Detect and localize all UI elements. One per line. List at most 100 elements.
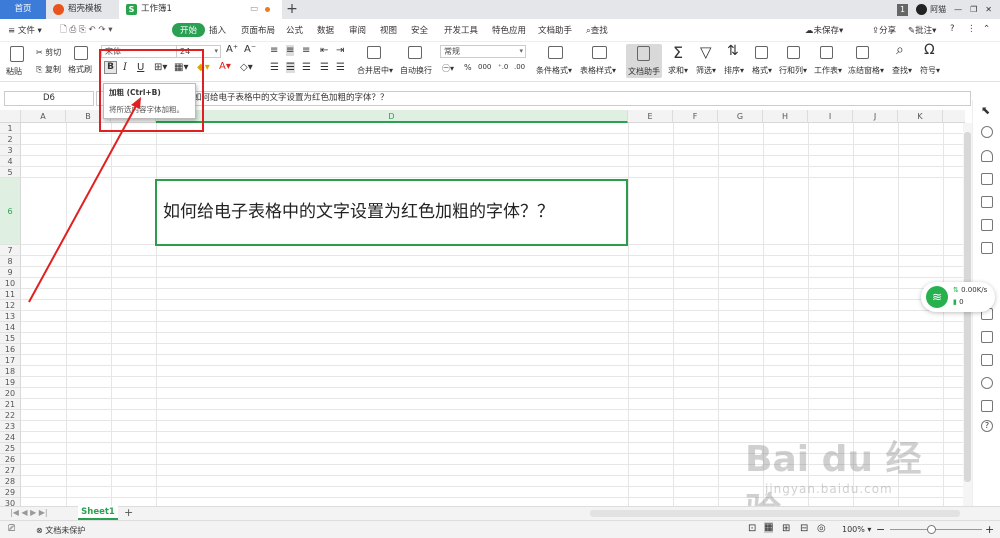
worksheet-button[interactable]: 工作表▾ xyxy=(814,65,842,76)
row-header[interactable]: 29 xyxy=(0,487,21,498)
tab-workbook[interactable]: S 工作簿1 ▭ xyxy=(119,0,282,19)
align-right-icon[interactable]: ☰ xyxy=(302,62,311,73)
row-header[interactable]: 5 xyxy=(0,167,21,178)
conditional-format-button[interactable]: 条件格式▾ xyxy=(536,65,572,76)
menu-view[interactable]: 视图 xyxy=(380,24,397,36)
column-header[interactable]: A xyxy=(21,110,66,123)
row-header[interactable]: 10 xyxy=(0,278,21,289)
format-button[interactable]: 格式▾ xyxy=(752,65,772,76)
share-button[interactable]: ⇪分享 xyxy=(872,24,896,36)
row-header[interactable]: 2 xyxy=(0,134,21,145)
help-button[interactable]: ? xyxy=(950,24,955,34)
copy-button[interactable]: ⎘ 复制 xyxy=(36,64,61,75)
row-header[interactable]: 24 xyxy=(0,432,21,443)
row-header[interactable]: 12 xyxy=(0,300,21,311)
omega-icon[interactable]: Ω xyxy=(924,42,935,58)
thousands-icon[interactable]: 000 xyxy=(478,63,491,71)
row-header[interactable]: 8 xyxy=(0,256,21,267)
filter-button[interactable]: 筛选▾ xyxy=(696,65,716,76)
minimize-button[interactable]: — xyxy=(954,0,962,19)
justify-icon[interactable]: ☰ xyxy=(320,62,329,73)
menu-special[interactable]: 特色应用 xyxy=(492,24,526,36)
file-menu[interactable]: ≡ 文件 ▾ xyxy=(8,24,42,36)
align-middle-icon[interactable]: ≡ xyxy=(286,45,295,56)
menu-page-layout[interactable]: 页面布局 xyxy=(241,24,275,36)
table-style-icon[interactable] xyxy=(592,46,607,59)
sort-button[interactable]: 排序▾ xyxy=(724,65,744,76)
freeze-button[interactable]: 冻结窗格▾ xyxy=(848,65,884,76)
merge-center-button[interactable]: 合并居中▾ xyxy=(357,65,393,76)
menu-developer[interactable]: 开发工具 xyxy=(444,24,478,36)
window-icon[interactable]: ▭ xyxy=(250,0,258,19)
row-header[interactable]: 23 xyxy=(0,421,21,432)
row-header[interactable]: 11 xyxy=(0,289,21,300)
maximize-button[interactable]: ❐ xyxy=(970,0,977,19)
doc-assistant-button[interactable]: 文档助手 xyxy=(626,44,662,78)
paste-icon[interactable] xyxy=(10,46,24,62)
eye-icon[interactable]: ◎ xyxy=(817,523,826,534)
increase-decimal-icon[interactable]: ⁺.0 xyxy=(498,63,508,71)
more-icon[interactable]: ⋮ xyxy=(967,24,976,34)
row-header[interactable]: 3 xyxy=(0,145,21,156)
zoom-select[interactable]: 100% ▾ xyxy=(842,525,871,534)
row-header[interactable]: 18 xyxy=(0,366,21,377)
align-top-icon[interactable]: ≡ xyxy=(270,45,278,56)
column-header[interactable]: H xyxy=(763,110,808,123)
row-col-button[interactable]: 行和列▾ xyxy=(779,65,807,76)
help-circle-icon[interactable]: ? xyxy=(981,420,993,432)
column-header[interactable]: J xyxy=(853,110,898,123)
user-account[interactable]: 阿猫 xyxy=(916,0,946,19)
sheet-tab-sheet1[interactable]: Sheet1 xyxy=(78,506,118,520)
merge-center-icon[interactable] xyxy=(367,46,381,59)
decrease-decimal-icon[interactable]: .00 xyxy=(514,63,525,71)
sum-button[interactable]: 求和▾ xyxy=(668,65,688,76)
row-header[interactable]: 20 xyxy=(0,388,21,399)
row-header[interactable]: 30 xyxy=(0,498,21,506)
cell-d6[interactable]: 如何给电子表格中的文字设置为红色加粗的字体？？ xyxy=(155,179,628,246)
freeze-icon[interactable] xyxy=(856,46,869,59)
worksheet-icon[interactable] xyxy=(820,46,833,59)
normal-view-icon[interactable]: ⊡ xyxy=(748,523,756,534)
save-status[interactable]: ☁未保存▾ xyxy=(805,24,843,36)
table-style-button[interactable]: 表格样式▾ xyxy=(580,65,616,76)
name-box[interactable]: D6 xyxy=(4,91,94,106)
row-header[interactable]: 25 xyxy=(0,443,21,454)
sum-icon[interactable]: Σ xyxy=(673,43,683,62)
cursor-icon[interactable]: ⬉ xyxy=(981,104,990,117)
zoom-slider[interactable] xyxy=(890,529,982,530)
find-icon[interactable]: ⌕ xyxy=(896,42,904,58)
format-icon[interactable] xyxy=(755,46,768,59)
search-menu[interactable]: ⌕查找 xyxy=(586,24,608,36)
bucket-icon[interactable] xyxy=(981,150,993,162)
row-header[interactable]: 16 xyxy=(0,344,21,355)
zoom-slider-handle[interactable] xyxy=(927,525,936,534)
column-header[interactable]: K xyxy=(898,110,943,123)
row-header[interactable]: 28 xyxy=(0,476,21,487)
column-header[interactable]: I xyxy=(808,110,853,123)
paste-button[interactable]: 粘贴 xyxy=(6,66,22,77)
column-header[interactable]: D xyxy=(156,110,628,123)
column-header[interactable]: G xyxy=(718,110,763,123)
row-header[interactable]: 14 xyxy=(0,322,21,333)
zoom-in-button[interactable]: + xyxy=(985,523,994,536)
tab-home[interactable]: 首页 xyxy=(0,0,46,19)
increase-font-icon[interactable]: A⁺ xyxy=(226,44,238,55)
row-header[interactable]: 1 xyxy=(0,123,21,134)
formula-input[interactable]: 如何给电子表格中的文字设置为红色加粗的字体？？ xyxy=(96,91,971,106)
shape-icon[interactable] xyxy=(981,126,993,138)
page-break-icon[interactable]: ⊞ xyxy=(782,523,790,534)
protect-status[interactable]: ⊗ 文档未保护 xyxy=(36,525,85,536)
conditional-format-icon[interactable] xyxy=(548,46,563,59)
row-header[interactable]: 9 xyxy=(0,267,21,278)
format-painter-button[interactable]: 格式刷 xyxy=(68,64,92,75)
menu-review[interactable]: 审阅 xyxy=(349,24,366,36)
list-icon[interactable] xyxy=(981,242,993,254)
select-all-corner[interactable] xyxy=(0,110,21,123)
find-button[interactable]: 查找▾ xyxy=(892,65,912,76)
page-view-icon[interactable]: ▦ xyxy=(764,522,774,533)
menu-insert[interactable]: 插入 xyxy=(209,24,226,36)
menu-security[interactable]: 安全 xyxy=(411,24,428,36)
font-color-icon[interactable]: A▾ xyxy=(219,61,231,72)
grid-icon[interactable] xyxy=(981,196,993,208)
menu-formula[interactable]: 公式 xyxy=(286,24,303,36)
